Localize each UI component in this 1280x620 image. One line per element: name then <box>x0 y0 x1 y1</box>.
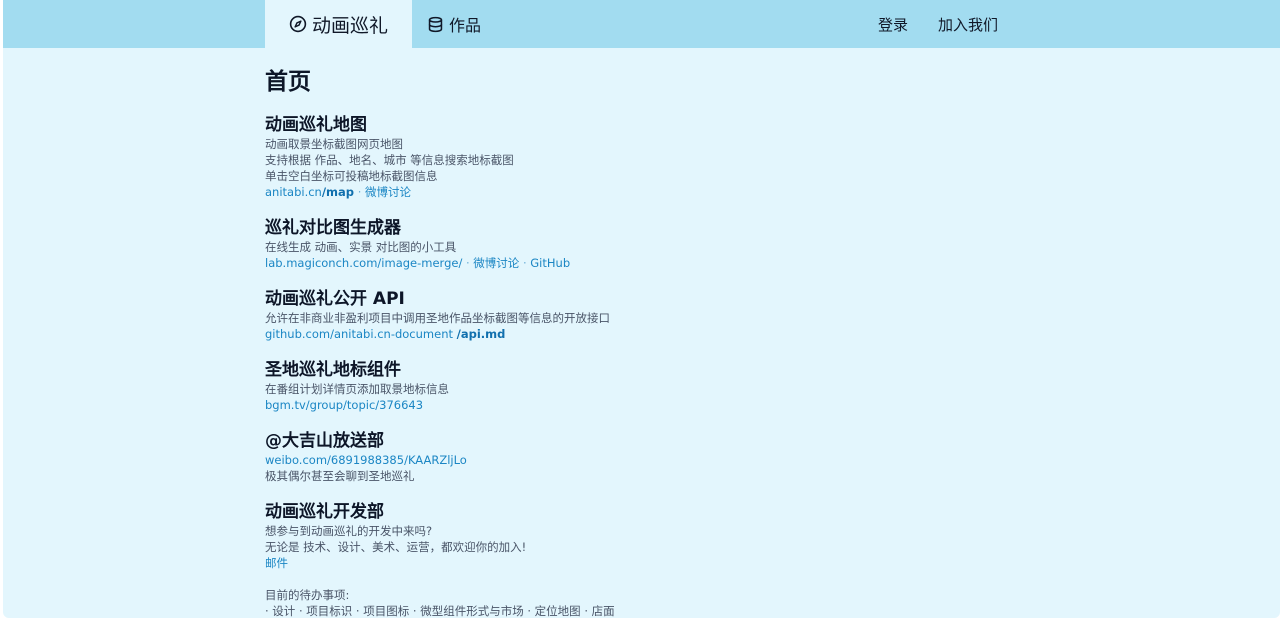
map-link[interactable]: anitabi.cn/map <box>265 185 354 199</box>
compass-icon <box>289 15 307 33</box>
section-links: 邮件 <box>265 555 865 571</box>
nav-works-link[interactable]: 作品 <box>427 0 481 48</box>
section-text: 在番组计划详情页添加取景地标信息 <box>265 382 449 396</box>
section-widget: 圣地巡礼地标组件 在番组计划详情页添加取景地标信息 bgm.tv/group/t… <box>265 359 865 413</box>
database-icon <box>428 16 443 32</box>
link-separator: · <box>462 256 474 270</box>
todo-items: · 设计 · 项目标识 · 项目图标 · 微型组件形式与市场 · 定位地图 · … <box>265 604 615 618</box>
github-link[interactable]: GitHub <box>530 256 570 270</box>
section-text: 允许在非商业非盈利项目中调用圣地作品坐标截图等信息的开放接口 <box>265 311 610 325</box>
image-merge-link[interactable]: lab.magiconch.com/image-merge/ <box>265 256 462 270</box>
section-map: 动画巡礼地图 动画取景坐标截图网页地图 支持根据 作品、地名、城市 等信息搜索地… <box>265 114 865 200</box>
section-links: anitabi.cn/map · 微博讨论 <box>265 184 865 200</box>
section-links: github.com/anitabi.cn-document /api.md <box>265 326 865 342</box>
link-separator: · <box>519 256 531 270</box>
section-title: 动画巡礼开发部 <box>265 502 384 522</box>
bgm-topic-link[interactable]: bgm.tv/group/topic/376643 <box>265 398 423 412</box>
section-compare: 巡礼对比图生成器 在线生成 动画、实景 对比图的小工具 lab.magiconc… <box>265 217 865 271</box>
brand-label: 动画巡礼 <box>311 14 388 37</box>
section-title: 巡礼对比图生成器 <box>265 218 401 238</box>
brand-home-link[interactable]: 动画巡礼 <box>265 0 412 48</box>
section-title: 动画巡礼公开 API <box>265 289 405 309</box>
section-text: 单击空白坐标可投稿地标截图信息 <box>265 169 438 183</box>
login-link[interactable]: 登录 <box>878 0 908 48</box>
section-links: lab.magiconch.com/image-merge/ · 微博讨论 · … <box>265 255 865 271</box>
section-links: bgm.tv/group/topic/376643 <box>265 397 865 413</box>
section-text: 在线生成 动画、实景 对比图的小工具 <box>265 240 457 254</box>
section-dev: 动画巡礼开发部 想参与到动画巡礼的开发中来吗? 无论是 技术、设计、美术、运营，… <box>265 501 865 618</box>
weibo-profile-link[interactable]: weibo.com/6891988385/KAARZljLo <box>265 453 467 467</box>
section-text: 极其偶尔甚至会聊到圣地巡礼 <box>265 469 415 483</box>
weibo-discuss-link[interactable]: 微博讨论 <box>365 185 411 199</box>
email-link[interactable]: 邮件 <box>265 556 288 570</box>
section-title: @大吉山放送部 <box>265 431 384 451</box>
section-broadcast: @大吉山放送部 weibo.com/6891988385/KAARZljLo 极… <box>265 430 865 484</box>
app-frame: 动画巡礼 作品 登录 加入我们 首页 动画巡礼地图 动画取景坐标截图网页地图 支… <box>3 0 1280 618</box>
section-text: 无论是 技术、设计、美术、运营，都欢迎你的加入! <box>265 540 527 554</box>
section-title: 动画巡礼地图 <box>265 115 367 135</box>
link-separator: · <box>354 185 366 199</box>
main-content: 首页 动画巡礼地图 动画取景坐标截图网页地图 支持根据 作品、地名、城市 等信息… <box>265 66 865 618</box>
nav-works-label: 作品 <box>449 16 482 35</box>
page-title: 首页 <box>265 69 311 95</box>
weibo-discuss-link[interactable]: 微博讨论 <box>473 256 519 270</box>
api-doc-link[interactable]: github.com/anitabi.cn-document /api.md <box>265 327 505 341</box>
section-text: 支持根据 作品、地名、城市 等信息搜索地标截图 <box>265 153 514 167</box>
top-nav-bar: 动画巡礼 作品 登录 加入我们 <box>3 0 1280 48</box>
section-links: weibo.com/6891988385/KAARZljLo <box>265 452 865 468</box>
section-title: 圣地巡礼地标组件 <box>265 360 401 380</box>
section-text: 想参与到动画巡礼的开发中来吗? <box>265 524 433 538</box>
join-us-link[interactable]: 加入我们 <box>938 0 998 48</box>
section-text: 动画取景坐标截图网页地图 <box>265 137 403 151</box>
todo-label: 目前的待办事项: <box>265 588 350 602</box>
section-api: 动画巡礼公开 API 允许在非商业非盈利项目中调用圣地作品坐标截图等信息的开放接… <box>265 288 865 342</box>
